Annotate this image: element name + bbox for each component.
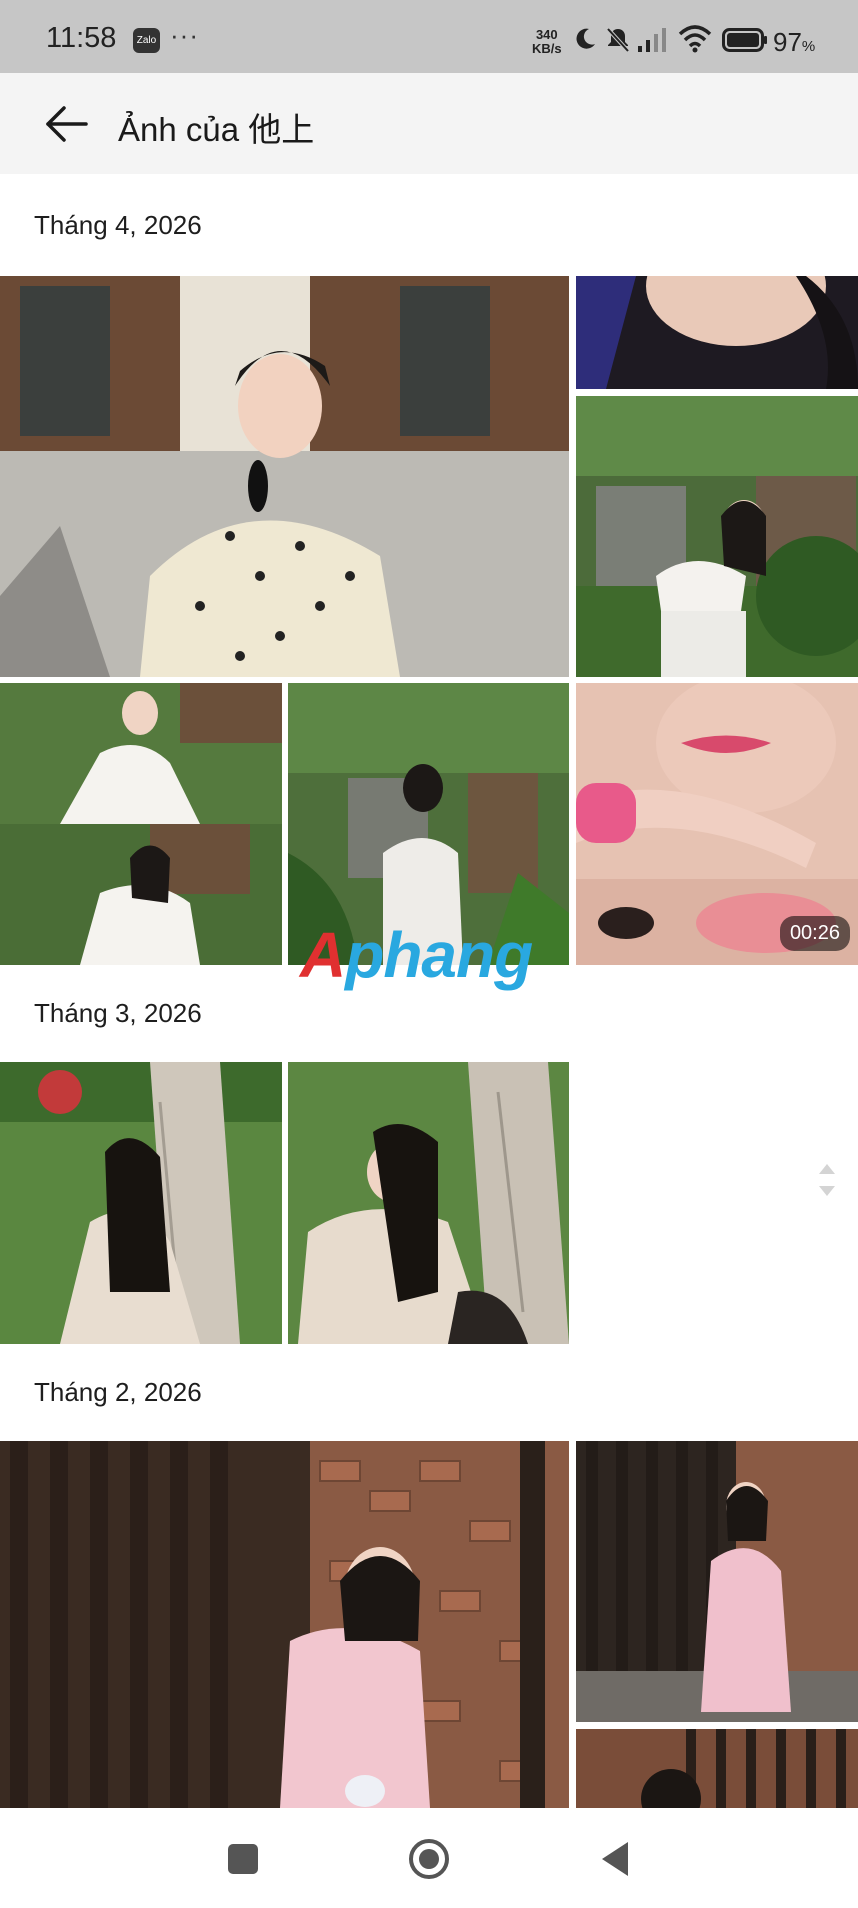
photo-girl-by-tree-1[interactable] xyxy=(0,1062,282,1344)
photo-girl-by-tree-2[interactable] xyxy=(288,1062,569,1344)
photo-girl-brick-wall-partial[interactable] xyxy=(576,1729,858,1808)
photo-girl-garden-camera[interactable] xyxy=(576,396,858,677)
section-header-march: Tháng 3, 2026 xyxy=(34,998,202,1028)
zalo-notification-icon: Zalo xyxy=(133,28,160,53)
more-notifications-icon: ··· xyxy=(170,20,199,50)
photo-image xyxy=(0,1441,569,1808)
network-speed: 340 KB/s xyxy=(532,27,562,56)
watermark-logo: Aphang xyxy=(300,919,533,991)
moon-icon xyxy=(576,28,595,49)
section-header-april: Tháng 4, 2026 xyxy=(34,210,202,240)
mute-icon xyxy=(606,27,630,53)
photo-girl-pink-dress-wall[interactable] xyxy=(0,1441,569,1808)
status-time: 11:58 xyxy=(46,22,117,54)
photo-face-closeup[interactable] xyxy=(576,276,858,389)
recent-apps-icon[interactable] xyxy=(218,1834,268,1884)
wifi-icon xyxy=(678,25,712,53)
photo-image xyxy=(576,1729,858,1808)
system-navigation-bar xyxy=(0,1808,858,1908)
back-nav-icon[interactable] xyxy=(592,1834,642,1884)
video-closeup-lips[interactable]: 00:26 xyxy=(576,683,858,965)
photo-polka-dot-dress[interactable] xyxy=(0,276,569,677)
status-bar: 11:58 Zalo ··· 340 KB/s 97% xyxy=(0,0,858,73)
photo-image xyxy=(576,276,858,389)
photo-image xyxy=(0,683,282,965)
home-icon[interactable] xyxy=(404,1834,454,1884)
photo-image xyxy=(576,1441,858,1722)
photo-girl-sitting-grass[interactable] xyxy=(0,683,282,965)
battery-percent: 97% xyxy=(773,27,816,57)
photo-girl-pink-dress-door[interactable] xyxy=(576,1441,858,1722)
photo-image xyxy=(576,396,858,677)
signal-icon xyxy=(638,28,666,52)
battery-icon xyxy=(722,28,767,52)
section-header-february: Tháng 2, 2026 xyxy=(34,1377,202,1407)
photo-image xyxy=(288,1062,569,1344)
back-arrow-icon[interactable] xyxy=(42,103,90,145)
fast-scroll-handle[interactable] xyxy=(817,1160,837,1200)
app-bar: Ảnh của 他上 xyxy=(0,73,858,174)
photo-image xyxy=(0,1062,282,1344)
video-duration-badge: 00:26 xyxy=(779,916,850,951)
page-title: Ảnh của 他上 xyxy=(118,111,315,148)
photo-image xyxy=(0,276,569,677)
